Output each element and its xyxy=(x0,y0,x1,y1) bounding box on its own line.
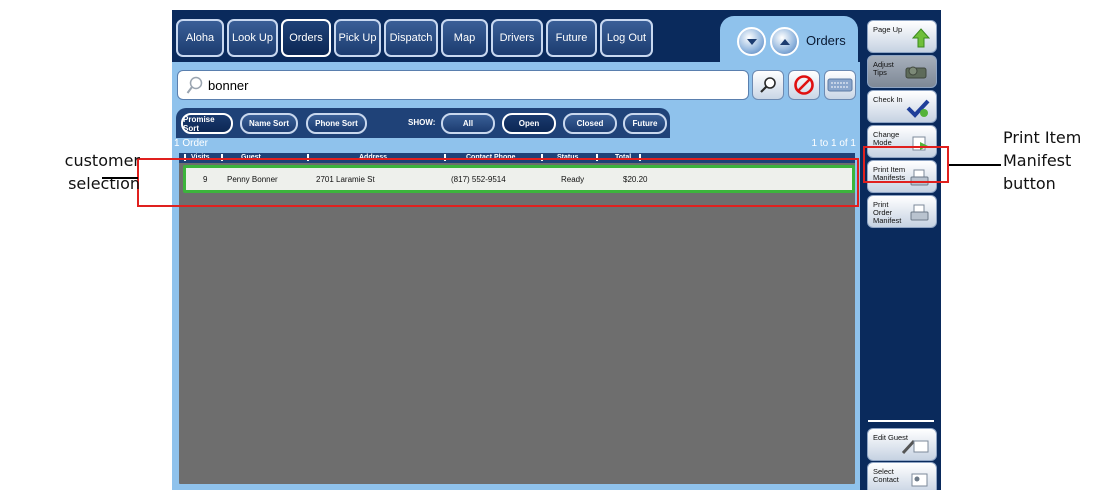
check-icon xyxy=(906,99,930,118)
filter-open-button[interactable]: Open xyxy=(502,113,556,134)
triangle-down-icon xyxy=(746,38,757,45)
nav-dispatch-button[interactable]: Dispatch xyxy=(384,19,438,57)
nav-orders-button[interactable]: Orders xyxy=(281,19,331,57)
page-info: 1 to 1 of 1 xyxy=(811,138,856,149)
search-icon xyxy=(186,76,203,94)
nav-pickup-button[interactable]: Pick Up xyxy=(334,19,381,57)
orders-tab: Orders xyxy=(720,16,858,68)
triangle-up-icon xyxy=(779,38,790,45)
print-item-manifest-highlight xyxy=(863,146,949,183)
printer-icon xyxy=(910,204,929,221)
side-button-label: Change Mode xyxy=(873,130,900,147)
page-up-button[interactable]: Page Up xyxy=(867,20,937,53)
name-sort-button[interactable]: Name Sort xyxy=(240,113,298,134)
keyboard-button[interactable] xyxy=(824,70,856,100)
customer-selection-leader xyxy=(102,177,138,179)
show-label: SHOW: xyxy=(408,118,436,127)
list-header: 1 Order 1 to 1 of 1 xyxy=(172,138,858,152)
print-order-manifest-button[interactable]: Print Order Manifest xyxy=(867,195,937,228)
nav-drivers-button[interactable]: Drivers xyxy=(491,19,543,57)
filter-closed-button[interactable]: Closed xyxy=(563,113,617,134)
filter-all-button[interactable]: All xyxy=(441,113,495,134)
orders-tab-label: Orders xyxy=(806,33,846,48)
nav-logout-button[interactable]: Log Out xyxy=(600,19,653,57)
contact-card-icon xyxy=(911,473,928,487)
edit-guest-button[interactable]: Edit Guest xyxy=(867,428,937,461)
arrow-up-icon xyxy=(912,28,930,48)
prohibited-icon xyxy=(794,75,814,95)
side-button-label: Select Contact xyxy=(873,467,899,484)
side-divider xyxy=(868,420,934,422)
customer-selection-highlight xyxy=(137,158,859,207)
annotation-text: Print Item Manifest button xyxy=(1003,128,1082,193)
cash-icon xyxy=(905,66,927,79)
search-button[interactable] xyxy=(752,70,784,100)
scroll-up-button[interactable] xyxy=(770,27,799,56)
search-value: bonner xyxy=(208,78,249,93)
side-button-label: Print Order Manifest xyxy=(873,200,902,225)
pos-window: Aloha Look Up Orders Pick Up Dispatch Ma… xyxy=(172,10,941,490)
edit-guest-icon xyxy=(901,439,929,455)
sort-filter-bar: Promise Sort Name Sort Phone Sort SHOW: … xyxy=(176,108,670,138)
nav-aloha-button[interactable]: Aloha xyxy=(176,19,224,57)
nav-future-button[interactable]: Future xyxy=(546,19,597,57)
side-button-label: Page Up xyxy=(873,25,903,34)
magnifier-icon xyxy=(760,77,776,93)
promise-sort-button[interactable]: Promise Sort xyxy=(181,113,233,134)
print-item-manifest-annotation: Print Item Manifest button xyxy=(1003,126,1103,195)
clear-search-button[interactable] xyxy=(788,70,820,100)
annotation-text: customer selection xyxy=(64,151,140,193)
keyboard-icon xyxy=(827,78,853,92)
order-count: 1 Order xyxy=(174,138,208,149)
nav-lookup-button[interactable]: Look Up xyxy=(227,19,278,57)
filter-future-button[interactable]: Future xyxy=(623,113,667,134)
nav-map-button[interactable]: Map xyxy=(441,19,488,57)
select-contact-button[interactable]: Select Contact xyxy=(867,462,937,490)
scroll-down-button[interactable] xyxy=(737,27,766,56)
main-panel: bonner Promise Sort Name Sort Phone Sort… xyxy=(172,62,860,490)
customer-selection-annotation: customer selection xyxy=(40,149,140,195)
screenshot-root: Aloha Look Up Orders Pick Up Dispatch Ma… xyxy=(0,0,1103,490)
phone-sort-button[interactable]: Phone Sort xyxy=(306,113,367,134)
search-input[interactable]: bonner xyxy=(177,70,749,100)
adjust-tips-button[interactable]: Adjust Tips xyxy=(867,55,937,88)
side-button-label: Check In xyxy=(873,95,903,104)
print-item-manifest-leader xyxy=(949,164,1001,166)
side-toolbar: Page Up Adjust Tips Check In Change Mode… xyxy=(860,10,941,490)
check-in-button[interactable]: Check In xyxy=(867,90,937,123)
